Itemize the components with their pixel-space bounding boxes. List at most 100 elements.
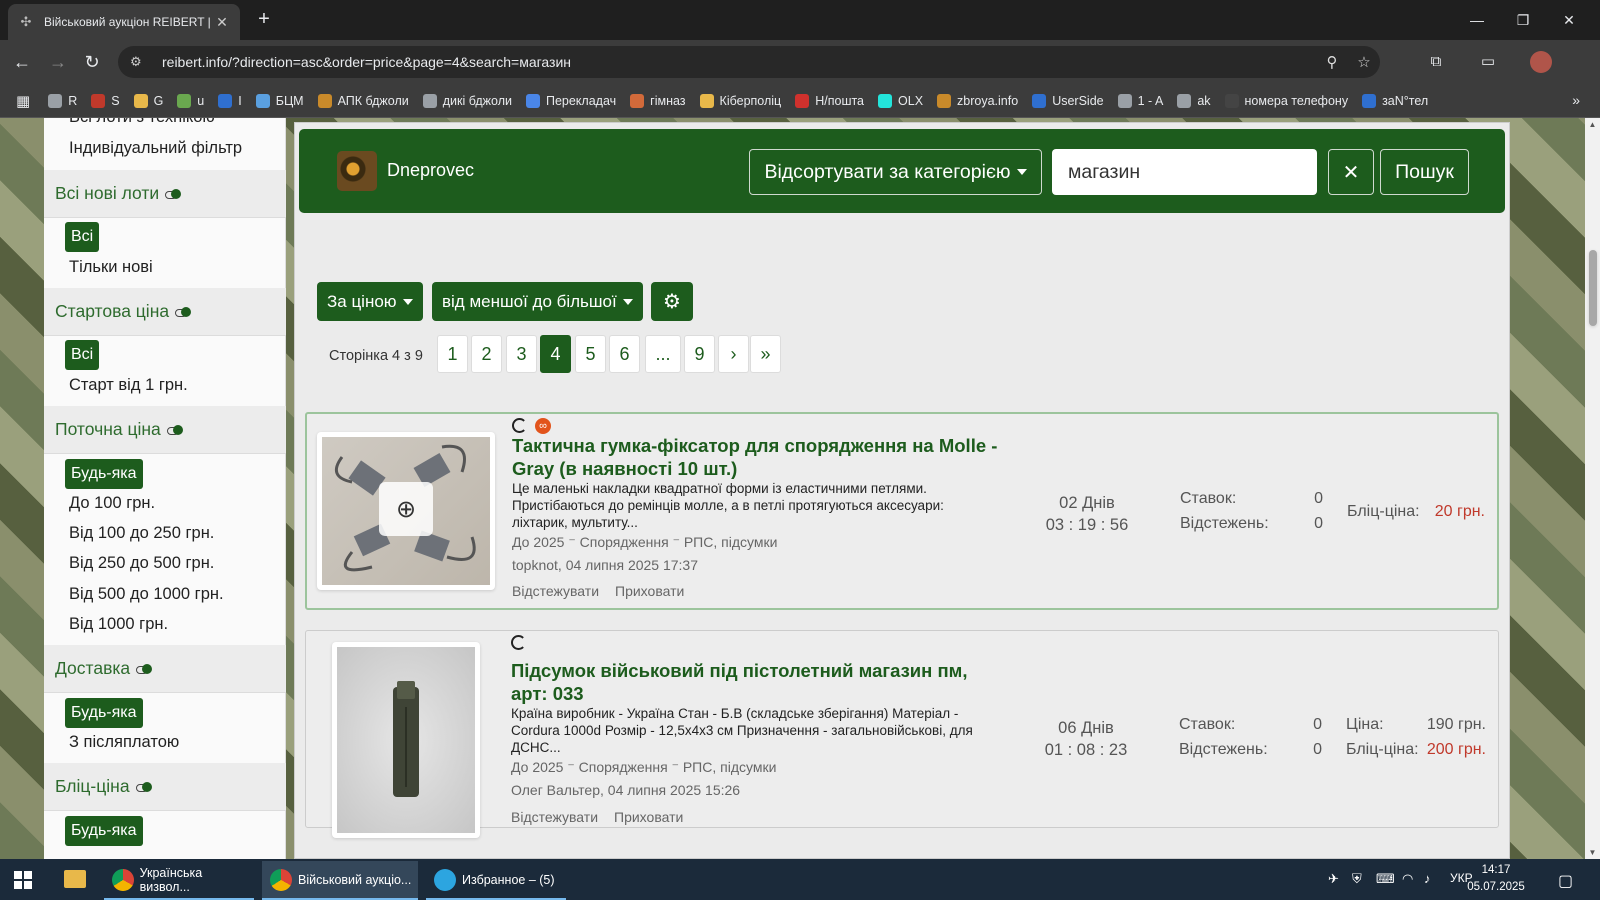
filter-option[interactable]: З післяплатою (69, 733, 179, 752)
track-link[interactable]: Відстежувати (511, 809, 598, 825)
category-sort-button[interactable]: Відсортувати за категорією (749, 149, 1042, 195)
bookmark-star-icon[interactable]: ☆ (1348, 53, 1380, 71)
filter-pill-any[interactable]: Будь-яка (65, 816, 143, 846)
wifi-icon[interactable]: ◠ (1402, 871, 1413, 887)
cast-icon[interactable]: ▭ (1476, 50, 1500, 74)
lot-title[interactable]: Тактична гумка-фіксатор для спорядження … (512, 434, 1002, 480)
filter-option[interactable]: Старт від 1 грн. (69, 376, 188, 395)
taskbar-app-chrome-1[interactable]: Українська визвол... (104, 861, 254, 900)
page-link[interactable]: 1 (437, 335, 468, 373)
lot-author[interactable]: Олег Вальтер, 04 липня 2025 15:26 (511, 782, 740, 798)
bookmark-item[interactable]: заN°тел (1362, 93, 1428, 108)
hide-link[interactable]: Приховати (614, 809, 683, 825)
page-link[interactable]: 6 (609, 335, 640, 373)
bookmarks-overflow-icon[interactable]: » (1572, 92, 1580, 108)
bookmark-item[interactable]: UserSide (1032, 93, 1104, 108)
tray-input-icon[interactable]: ⌨ (1376, 871, 1395, 887)
bookmark-item[interactable]: гімназ (630, 93, 686, 108)
filter-option[interactable]: До 100 грн. (69, 494, 155, 513)
toggle-icon[interactable] (175, 306, 192, 317)
username[interactable]: Dneprovec (387, 160, 474, 181)
bookmark-item[interactable]: 1 - A (1117, 93, 1163, 108)
bookmark-item[interactable]: u (177, 93, 204, 108)
bookmark-item[interactable]: I (218, 93, 242, 108)
apps-grid-icon[interactable]: ▦ (16, 92, 30, 110)
bookmark-item[interactable]: Н/пошта (795, 93, 864, 108)
page-scrollbar[interactable]: ▲ ▼ (1585, 118, 1600, 859)
page-link[interactable]: 3 (506, 335, 537, 373)
hide-link[interactable]: Приховати (615, 583, 684, 599)
maximize-icon[interactable]: ❐ (1500, 0, 1546, 40)
clear-search-button[interactable]: ✕ (1328, 149, 1374, 195)
new-tab-button[interactable]: + (252, 8, 276, 31)
lot-title[interactable]: Підсумок військовий під пістолетний мага… (511, 659, 1001, 705)
filter-option[interactable]: Тільки нові (69, 258, 153, 277)
search-input[interactable] (1052, 149, 1317, 195)
notifications-icon[interactable]: ▢ (1558, 871, 1573, 891)
profile-avatar[interactable] (1530, 51, 1552, 73)
bookmark-item[interactable]: S (91, 93, 120, 108)
tab-close-icon[interactable]: ✕ (214, 14, 230, 31)
page-link-current[interactable]: 4 (540, 335, 571, 373)
lot-author[interactable]: topknot, 04 липня 2025 17:37 (512, 557, 698, 573)
search-button[interactable]: Пошук (1380, 149, 1469, 195)
lot-category[interactable]: До 2025 ⁻ Спорядження ⁻ РПС, підсумки (511, 759, 776, 776)
bookmark-item[interactable]: АПК бджоли (317, 93, 409, 108)
site-info-icon[interactable]: ⚙ (130, 54, 150, 70)
lot-card[interactable]: Підсумок військовий під пістолетний мага… (305, 630, 1499, 838)
filter-pill-any[interactable]: Будь-яка (65, 698, 143, 728)
scroll-down-icon[interactable]: ▼ (1588, 848, 1597, 857)
last-page-button[interactable]: » (750, 335, 781, 373)
toggle-icon[interactable] (166, 424, 183, 435)
user-avatar[interactable] (337, 151, 377, 191)
page-link[interactable]: 9 (684, 335, 715, 373)
settings-gear-icon[interactable]: ⚙ (651, 282, 693, 321)
sort-field-dropdown[interactable]: За ціною (317, 282, 423, 321)
bookmark-item[interactable]: номера телефону (1224, 93, 1348, 108)
taskbar-app-chrome-2[interactable]: Військовий аукціо... (262, 861, 418, 900)
filter-option[interactable]: Від 500 до 1000 грн. (69, 585, 224, 604)
filter-heading-current-price[interactable]: Поточна ціна (44, 406, 286, 454)
bookmark-item[interactable]: G (133, 93, 163, 108)
bookmark-item[interactable]: Перекладач (525, 93, 616, 108)
bookmark-item[interactable]: дикі бджоли (422, 93, 512, 108)
bookmark-item[interactable]: OLX (878, 93, 923, 108)
scroll-up-icon[interactable]: ▲ (1588, 120, 1597, 129)
filter-heading-blitz-price[interactable]: Бліц-ціна (44, 763, 286, 811)
sort-direction-dropdown[interactable]: від меншої до більшої (432, 282, 643, 321)
address-url[interactable]: reibert.info/?direction=asc&order=price&… (162, 54, 1316, 70)
filter-pill-all[interactable]: Всі (65, 222, 100, 252)
bookmark-item[interactable]: R (48, 93, 77, 108)
close-window-icon[interactable]: ✕ (1546, 0, 1592, 40)
filter-pill-any[interactable]: Будь-яка (65, 459, 143, 489)
zoom-icon[interactable]: ⚲ (1316, 53, 1348, 71)
toggle-icon[interactable] (135, 781, 152, 792)
windows-start-icon[interactable] (14, 871, 32, 889)
zoom-in-icon[interactable]: ⊕ (379, 482, 433, 536)
tray-shield-icon[interactable]: ⛨ (1352, 871, 1362, 887)
filter-heading-start-price[interactable]: Стартова ціна (44, 288, 286, 336)
bookmark-item[interactable]: Кіберполіц (699, 93, 781, 108)
taskbar-app-telegram[interactable]: Избранное – (5) (426, 861, 566, 900)
filter-option[interactable]: Від 250 до 500 грн. (69, 554, 214, 573)
filter-link-tech[interactable]: Всі лоти з технікою (69, 118, 215, 127)
browser-tab[interactable]: ✣ Військовий аукціон REIBERT | F ✕ (8, 4, 240, 40)
extensions-icon[interactable]: ⧉ (1424, 50, 1448, 74)
bookmark-item[interactable]: БЦМ (255, 93, 304, 108)
lot-card[interactable]: ⊕ ∞ Тактична гумка-фіксатор для спорядже… (305, 412, 1499, 610)
reload-icon[interactable]: ↻ (80, 50, 104, 74)
page-link[interactable]: 2 (471, 335, 502, 373)
lot-thumbnail[interactable] (332, 642, 480, 838)
toggle-icon[interactable] (136, 663, 153, 674)
address-bar[interactable]: ⚙ reibert.info/?direction=asc&order=pric… (118, 46, 1380, 78)
minimize-icon[interactable]: — (1454, 0, 1500, 40)
back-icon[interactable]: ← (10, 50, 34, 74)
filter-link-custom[interactable]: Індивідуальний фільтр (69, 139, 242, 158)
filter-option[interactable]: Від 100 до 250 грн. (69, 524, 214, 543)
file-explorer-icon[interactable] (64, 870, 86, 888)
filter-option[interactable]: Від 1000 грн. (69, 615, 168, 634)
forward-icon[interactable]: → (46, 50, 70, 74)
track-link[interactable]: Відстежувати (512, 583, 599, 599)
filter-heading-new-lots[interactable]: Всі нові лоти (44, 170, 286, 218)
scrollbar-thumb[interactable] (1589, 250, 1597, 326)
